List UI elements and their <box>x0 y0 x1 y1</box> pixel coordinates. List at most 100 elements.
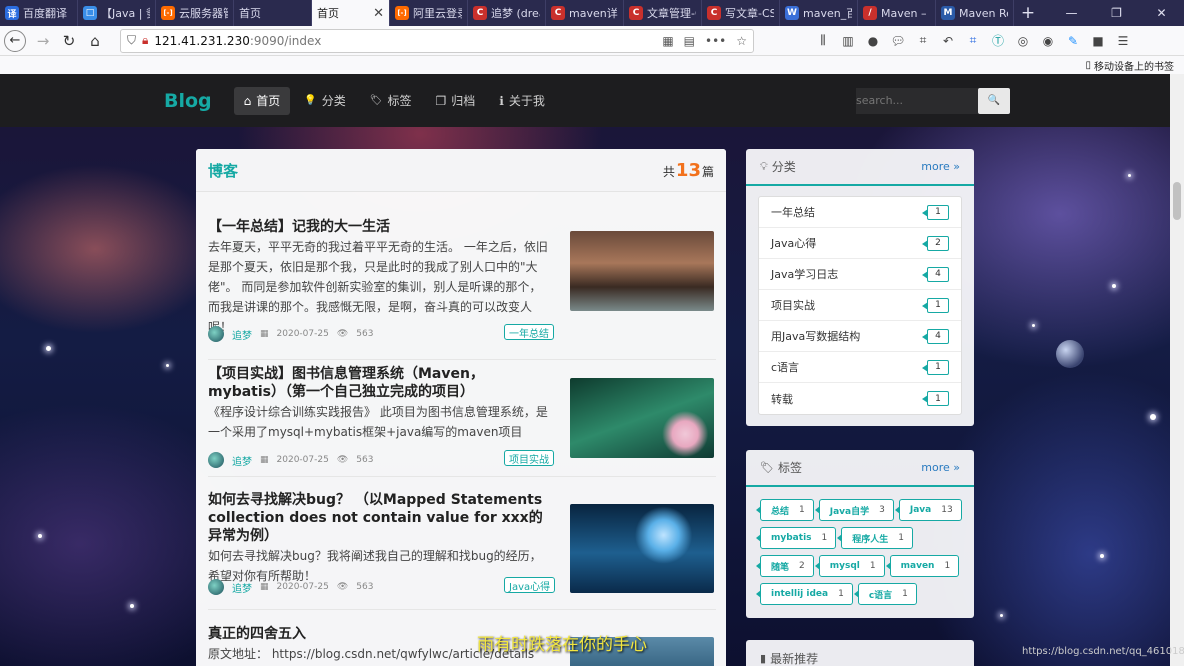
close-tab-icon[interactable]: ✕ <box>373 6 384 21</box>
tag-item[interactable]: mybatis 1 <box>755 527 837 549</box>
sync-icon[interactable]: ◎ <box>1014 32 1032 50</box>
recommend-panel: ▮ 最新推荐 <box>746 640 974 666</box>
new-tab-button[interactable]: + <box>1014 0 1042 26</box>
category-item[interactable]: Java心得 2 <box>759 228 961 259</box>
crop-icon[interactable]: ⌗ <box>914 32 932 50</box>
mobile-bookmarks-link[interactable]: 移动设备上的书签 <box>1094 58 1174 73</box>
category-item[interactable]: 项目实战 1 <box>759 290 961 321</box>
scrollbar-thumb[interactable] <box>1173 182 1181 220</box>
undo-icon[interactable]: ↶ <box>939 32 957 50</box>
tag-item[interactable]: maven 1 <box>885 555 960 577</box>
more-actions-icon[interactable]: ••• <box>705 34 726 48</box>
ext-box-icon[interactable]: ■ <box>1089 32 1107 50</box>
site-logo[interactable]: Blog <box>164 90 212 112</box>
post-tag[interactable]: 项目实战 <box>504 450 554 466</box>
nav-category[interactable]: 💡 分类 <box>294 87 355 115</box>
avatar[interactable] <box>208 452 224 468</box>
post-tag[interactable]: Java心得 <box>504 577 556 593</box>
nav-archive[interactable]: ❐ 归档 <box>425 87 485 115</box>
browser-tab[interactable]: /Maven – D <box>858 0 936 26</box>
qr-code-icon[interactable]: ▦ <box>662 34 673 48</box>
csdn-icon: C <box>551 6 565 20</box>
home-icon[interactable]: ⌂ <box>82 28 108 54</box>
browser-tab[interactable]: C文章管理-C <box>624 0 702 26</box>
tag-more-link[interactable]: more » <box>921 461 960 474</box>
account-icon[interactable]: ● <box>864 32 882 50</box>
browser-tab[interactable]: MMaven Rep <box>936 0 1014 26</box>
tag-item[interactable]: 总结 1 <box>756 499 814 521</box>
category-item[interactable]: 用Java写数据结构 4 <box>759 321 961 352</box>
forward-icon[interactable]: → <box>30 28 56 54</box>
category-item[interactable]: Java学习日志 4 <box>759 259 961 290</box>
bookmark-bar: ▯ 移动设备上的书签 <box>0 56 1184 74</box>
post-title[interactable]: 【项目实战】图书信息管理系统（Maven，mybatis）（第一个自己独立完成的… <box>208 365 553 401</box>
post-thumbnail[interactable] <box>570 378 714 458</box>
reload-icon[interactable]: ↻ <box>56 28 82 54</box>
ext-pencil-icon[interactable]: ✎ <box>1064 32 1082 50</box>
browser-tab[interactable]: □【Java | 爹 <box>78 0 156 26</box>
csdn-icon: C <box>707 6 721 20</box>
shield-icon[interactable]: ⛉ <box>127 33 136 48</box>
post-tag[interactable]: 一年总结 <box>504 324 554 340</box>
browser-tab[interactable]: C追梦 (drea <box>468 0 546 26</box>
browser-tab[interactable]: Wmaven_百日 <box>780 0 858 26</box>
tag-item[interactable]: Java 13 <box>894 499 962 521</box>
post-date: 2020-07-25 <box>276 582 329 592</box>
avatar[interactable] <box>208 326 224 342</box>
page-scrollbar[interactable] <box>1170 74 1184 666</box>
tag-item[interactable]: c语言 1 <box>853 583 917 605</box>
calendar-icon: ▦ <box>260 455 269 465</box>
recommend-header: ▮ 最新推荐 <box>746 640 974 666</box>
minimize-icon[interactable]: — <box>1049 0 1094 26</box>
post-author[interactable]: 追梦 <box>232 453 252 468</box>
browser-tab[interactable]: 首页 <box>234 0 312 26</box>
search-button[interactable]: 🔍 <box>978 87 1010 114</box>
browser-tab[interactable]: [-]云服务器管 <box>156 0 234 26</box>
post-author[interactable]: 追梦 <box>232 327 252 342</box>
nav-tags[interactable]: 🏷 标签 <box>360 87 422 115</box>
back-icon[interactable]: ← <box>4 29 26 52</box>
browser-tab[interactable]: 译百度翻译 <box>0 0 78 26</box>
tag-item[interactable]: intellij idea 1 <box>756 583 853 605</box>
browser-tab[interactable]: C写文章-CSI <box>702 0 780 26</box>
browser-tab[interactable]: Cmaven详解 <box>546 0 624 26</box>
address-bar[interactable]: ⛉ 🔒︎ 121.41.231.230:9090/index ▦ ▤ ••• ☆ <box>120 28 754 53</box>
bookmark-star-icon[interactable]: ☆ <box>736 34 747 48</box>
reader-mode-icon[interactable]: ▤ <box>684 34 695 48</box>
post-title[interactable]: 如何去寻找解决bug？ （以Mapped Statements collecti… <box>208 491 553 545</box>
avatar[interactable] <box>208 579 224 595</box>
category-item[interactable]: 一年总结 1 <box>759 197 961 228</box>
status-bar-url: https://blog.csdn.net/qq_46101869 <box>1022 646 1184 657</box>
restore-icon[interactable]: ❐ <box>1094 0 1139 26</box>
extension-icon[interactable]: ◉ <box>1039 32 1057 50</box>
post-thumbnail[interactable] <box>570 231 714 311</box>
nav-home[interactable]: ⌂ 首页 <box>233 86 291 115</box>
category-more-link[interactable]: more » <box>921 160 960 173</box>
post-author[interactable]: 追梦 <box>232 580 252 595</box>
tag-item[interactable]: Java自学 3 <box>814 499 894 521</box>
search-input[interactable] <box>856 87 978 114</box>
category-item[interactable]: c语言 1 <box>759 352 961 383</box>
eye-icon: 👁︎ <box>336 455 349 465</box>
chat-icon[interactable]: 💬︎ <box>889 32 907 50</box>
sidebar-icon[interactable]: ▥ <box>839 32 857 50</box>
tag-item[interactable]: mysql 1 <box>814 555 885 577</box>
close-window-icon[interactable]: ✕ <box>1139 0 1184 26</box>
screenshot-icon[interactable]: ⌗ <box>964 32 982 50</box>
menu-icon[interactable]: ☰ <box>1114 32 1132 50</box>
info-icon: ℹ <box>499 93 504 108</box>
tags-icon: 🏷︎ <box>760 461 774 474</box>
post-title[interactable]: 【一年总结】记我的大一生活 <box>208 218 553 236</box>
post-thumbnail[interactable] <box>570 504 714 593</box>
url-path: :9090/index <box>249 33 322 48</box>
category-item[interactable]: 转载 1 <box>759 383 961 414</box>
insecure-lock-icon[interactable]: 🔒︎ <box>142 33 148 48</box>
browser-tab-active[interactable]: 首页 ✕ <box>312 0 390 26</box>
browser-tab[interactable]: [-]阿里云登录 <box>390 0 468 26</box>
nav-about[interactable]: ℹ 关于我 <box>489 87 555 115</box>
library-icon[interactable]: ⫼ <box>814 32 832 50</box>
tag-item[interactable]: 随笔 2 <box>756 555 814 577</box>
tags-icon: 🏷 <box>369 95 383 106</box>
translate-icon[interactable]: Ⓣ <box>989 32 1007 50</box>
tag-item[interactable]: 程序人生 1 <box>837 527 913 549</box>
